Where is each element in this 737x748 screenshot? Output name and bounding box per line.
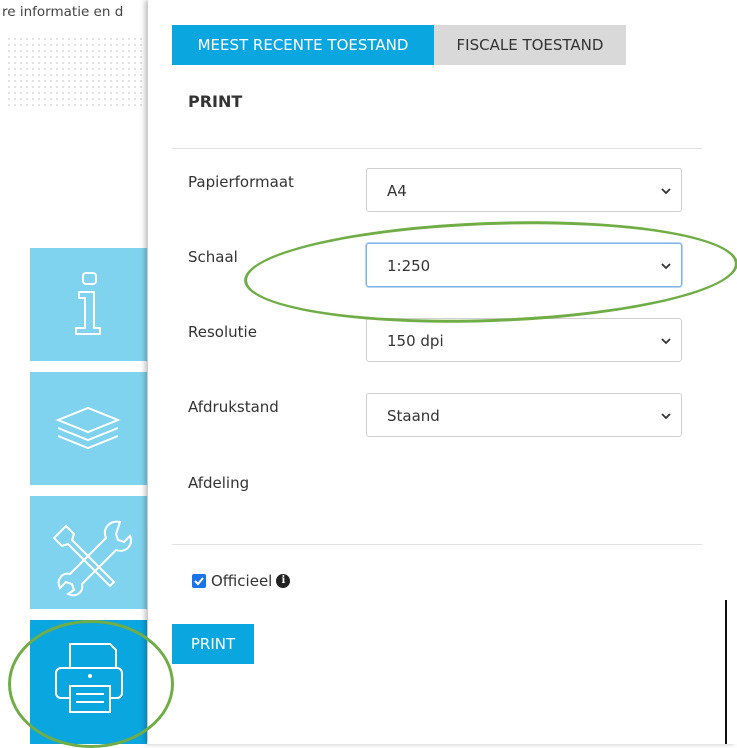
info-circle-icon[interactable]: i: [276, 574, 291, 588]
toolbar-layers-button[interactable]: [30, 372, 147, 485]
papierformaat-value: A4: [387, 182, 407, 200]
printer-icon: [55, 643, 123, 713]
chevron-down-icon: [661, 188, 671, 195]
divider: [172, 148, 702, 149]
chevron-down-icon: [661, 413, 671, 420]
schaal-label: Schaal: [188, 248, 238, 266]
info-icon: [75, 272, 101, 335]
resolutie-label: Resolutie: [188, 323, 257, 341]
vertical-line: [725, 600, 727, 744]
toolbar-print-button[interactable]: [30, 620, 147, 744]
divider: [172, 544, 702, 545]
tools-icon: [52, 520, 132, 597]
resolutie-select[interactable]: 150 dpi: [366, 318, 682, 362]
schaal-select[interactable]: 1:250: [366, 243, 682, 287]
toolbar-tools-button[interactable]: [30, 496, 147, 609]
print-panel: MEEST RECENTE TOESTAND FISCALE TOESTAND …: [148, 0, 737, 744]
afdeling-label: Afdeling: [188, 474, 250, 492]
officieel-label: Officieel: [211, 572, 273, 590]
afdrukstand-label: Afdrukstand: [188, 398, 279, 416]
print-button[interactable]: PRINT: [172, 624, 254, 664]
afdrukstand-select[interactable]: Staand: [366, 393, 682, 437]
chevron-down-icon: [661, 263, 671, 270]
checkmark-icon: [194, 577, 204, 586]
tab-meest-recente-toestand[interactable]: MEEST RECENTE TOESTAND: [172, 25, 434, 65]
tab-bar: MEEST RECENTE TOESTAND FISCALE TOESTAND: [172, 25, 626, 65]
layers-icon: [55, 406, 121, 450]
resolutie-value: 150 dpi: [387, 332, 444, 350]
afdrukstand-value: Staand: [387, 407, 440, 425]
tab-fiscale-toestand[interactable]: FISCALE TOESTAND: [434, 25, 626, 65]
map-dots: [6, 36, 144, 106]
officieel-checkbox[interactable]: [192, 574, 206, 588]
schaal-value: 1:250: [387, 257, 431, 275]
panel-title: PRINT: [188, 92, 243, 111]
officieel-row: Officieel i: [192, 572, 291, 590]
chevron-down-icon: [661, 338, 671, 345]
toolbar-info-button[interactable]: [30, 248, 147, 361]
papierformaat-label: Papierformaat: [188, 173, 294, 191]
papierformaat-select[interactable]: A4: [366, 168, 682, 212]
background-text: re informatie en d: [2, 4, 124, 20]
